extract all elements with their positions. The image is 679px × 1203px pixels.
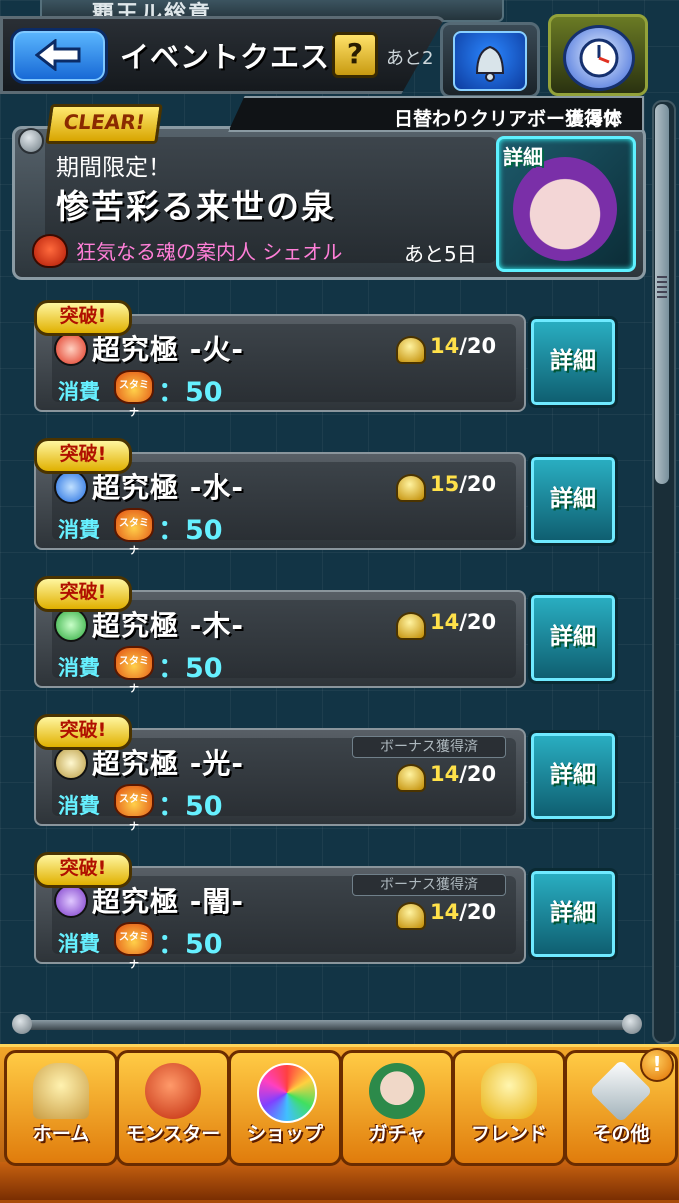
stamina-icon: スタミナ	[114, 646, 154, 695]
quest-detail-button[interactable]: 詳細	[528, 454, 618, 546]
stamina-icon: スタミナ	[114, 370, 154, 419]
nav-shop-label: ショップ	[246, 1123, 323, 1145]
nav-other-label: その他	[592, 1123, 650, 1145]
nav-monster[interactable]: モンスター	[116, 1050, 230, 1166]
stamina-label: 消費	[58, 794, 100, 818]
nav-friend-label: フレンド	[470, 1123, 547, 1145]
limited-time-label: 期間限定！	[56, 155, 171, 181]
water-element-icon	[54, 470, 88, 504]
help-button[interactable]: ?	[332, 32, 378, 78]
stamina-icon: スタミナ	[114, 922, 154, 971]
home-gate-icon	[33, 1063, 89, 1119]
bonus-obtained-tag: ボーナス獲得済	[352, 874, 506, 896]
key-icon	[396, 474, 426, 502]
stamina-timer-button[interactable]	[548, 14, 648, 96]
banner-pin-icon	[18, 128, 44, 154]
stamina-label: 消費	[58, 380, 100, 404]
stamina-cost: ：50	[158, 791, 223, 822]
page-title: イベントクエスト	[120, 40, 361, 74]
breakthrough-badge: 突破!	[34, 438, 132, 474]
clear-badge: CLEAR!	[45, 104, 163, 144]
event-detail-label: 詳細	[503, 145, 543, 169]
breakthrough-badge: 突破!	[34, 714, 132, 750]
timer-clock-icon	[563, 25, 635, 91]
frame-pin-icon	[622, 1014, 642, 1034]
stamina-label: 消費	[58, 932, 100, 956]
quest-row[interactable]: 突破! 超究極 -闇- ボーナス獲得済 14/20 消費 スタミナ ：50 詳細	[34, 852, 618, 971]
back-button[interactable]	[10, 28, 108, 84]
nav-home-label: ホーム	[32, 1123, 90, 1145]
list-bottom-frame	[14, 1020, 638, 1030]
notification-alert-icon: !	[640, 1048, 674, 1082]
back-arrow-icon	[35, 39, 81, 71]
stamina-cost: ：50	[158, 515, 223, 546]
key-icon	[396, 764, 426, 792]
clear-count: 14	[430, 762, 460, 786]
nav-gacha-label: ガチャ	[368, 1123, 426, 1145]
monster-icon	[145, 1063, 201, 1119]
breakthrough-badge: 突破!	[34, 300, 132, 336]
clear-total: /20	[459, 762, 497, 786]
quest-row[interactable]: 突破! 超究極 -水- 15/20 消費 スタミナ ：50 詳細	[34, 438, 618, 557]
clear-count: 14	[430, 610, 460, 634]
bonus-text-suffix: 獲得！	[564, 108, 622, 130]
stamina-cost: ：50	[158, 929, 223, 960]
clear-total: /20	[459, 472, 497, 496]
nav-home[interactable]: ホーム	[4, 1050, 118, 1166]
nav-monster-label: モンスター	[125, 1123, 221, 1145]
fire-element-icon	[54, 332, 88, 366]
breakthrough-badge: 突破!	[34, 852, 132, 888]
nav-gacha[interactable]: ガチャ	[340, 1050, 454, 1166]
daily-bonus-ribbon: 日替わりクリアボーナスで 5体 獲得！	[228, 96, 644, 132]
scrollbar-grip-icon	[657, 276, 667, 298]
clear-total: /20	[459, 900, 497, 924]
quest-row[interactable]: 突破! 超究極 -木- 14/20 消費 スタミナ ：50 詳細	[34, 576, 618, 695]
boss-name: 狂気なる魂の案内人 シェオル	[76, 240, 343, 264]
dark-element-icon	[54, 884, 88, 918]
quest-detail-button[interactable]: 詳細	[528, 868, 618, 960]
stamina-icon: スタミナ	[114, 508, 154, 557]
boss-portrait-image	[513, 157, 617, 261]
quest-detail-button[interactable]: 詳細	[528, 316, 618, 408]
clear-count: 14	[430, 334, 460, 358]
key-icon	[396, 612, 426, 640]
quest-detail-button[interactable]: 詳細	[528, 730, 618, 822]
clear-count: 14	[430, 900, 460, 924]
remaining-time-text: あと2	[386, 48, 434, 69]
breakthrough-badge: 突破!	[34, 576, 132, 612]
rainbow-orb-icon	[257, 1063, 317, 1123]
days-left: あと5日	[404, 242, 477, 266]
clear-count: 15	[430, 472, 460, 496]
nav-friend[interactable]: フレンド	[452, 1050, 566, 1166]
bottom-nav-strip	[0, 1162, 679, 1200]
friend-icon	[481, 1063, 537, 1119]
key-icon	[396, 902, 426, 930]
gacha-character-icon	[369, 1063, 425, 1119]
stamina-cost: ：50	[158, 377, 223, 408]
light-element-icon	[54, 746, 88, 780]
frame-pin-icon	[12, 1014, 32, 1034]
stamina-label: 消費	[58, 518, 100, 542]
notification-bell-button[interactable]	[440, 22, 540, 98]
wood-element-icon	[54, 608, 88, 642]
key-icon	[396, 336, 426, 364]
bell-icon	[453, 31, 527, 91]
nav-shop[interactable]: ショップ	[228, 1050, 342, 1166]
clear-total: /20	[459, 334, 497, 358]
stamina-label: 消費	[58, 656, 100, 680]
stamina-icon: スタミナ	[114, 784, 154, 833]
event-detail-button[interactable]: 詳細	[496, 136, 636, 272]
quest-row[interactable]: 突破! 超究極 -火- 14/20 消費 スタミナ ：50 詳細	[34, 300, 618, 419]
quest-detail-button[interactable]: 詳細	[528, 592, 618, 684]
quest-row[interactable]: 突破! 超究極 -光- ボーナス獲得済 14/20 消費 スタミナ ：50 詳細	[34, 714, 618, 833]
boss-demon-icon	[32, 234, 68, 268]
bonus-obtained-tag: ボーナス獲得済	[352, 736, 506, 758]
event-title: 惨苦彩る来世の泉	[56, 187, 336, 226]
clear-total: /20	[459, 610, 497, 634]
stamina-cost: ：50	[158, 653, 223, 684]
